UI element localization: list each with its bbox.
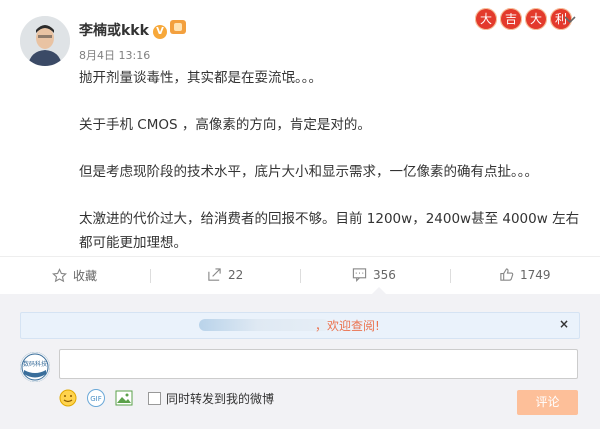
post-paragraph: 但是考虑现阶段的技术水平，底片大小和显示需求，一亿像素的确有点扯。。。 xyxy=(79,164,538,180)
svg-text:GIF: GIF xyxy=(90,395,102,403)
gif-icon[interactable]: GIF xyxy=(86,388,106,408)
lucky-char: 吉 xyxy=(500,8,522,30)
forward-checkbox-label: 同时转发到我的微博 xyxy=(166,391,275,406)
forward-count: 22 xyxy=(228,267,244,282)
author-avatar[interactable] xyxy=(20,16,70,66)
forward-button[interactable]: 22 xyxy=(207,267,243,282)
comment-input[interactable] xyxy=(59,349,578,379)
comment-count: 356 xyxy=(373,267,396,282)
lucky-badge: 大 吉 大 利 xyxy=(475,8,572,30)
like-count: 1749 xyxy=(520,267,551,282)
thumbs-up-icon xyxy=(500,268,514,281)
post-paragraph: 抛开剂量谈毒性，其实都是在耍流氓。。。 xyxy=(79,70,322,86)
favorite-button[interactable]: 收藏 xyxy=(52,267,97,284)
author-name-text[interactable]: 李楠或kkk xyxy=(79,23,149,39)
close-icon[interactable]: × xyxy=(559,317,569,331)
comment-tools: GIF 同时转发到我的微博 xyxy=(58,388,274,408)
submit-comment-button[interactable]: 评论 xyxy=(517,390,578,415)
image-icon[interactable] xyxy=(114,388,134,408)
member-level-icon xyxy=(169,20,186,34)
divider xyxy=(450,269,451,283)
post-time[interactable]: 8月4日 13:16 xyxy=(79,47,150,63)
post-paragraph: 关于手机 CMOS ，高像素的方向，肯定是对的。 xyxy=(79,117,371,133)
forward-icon xyxy=(208,268,221,281)
notice-bar: ，欢迎查阅! × xyxy=(20,312,580,339)
favorite-label: 收藏 xyxy=(73,269,98,283)
lucky-char: 大 xyxy=(475,8,497,30)
divider xyxy=(150,269,151,283)
divider xyxy=(300,269,301,283)
comment-panel-arrow xyxy=(372,287,386,294)
person-icon xyxy=(20,16,70,66)
emoji-icon[interactable] xyxy=(58,388,78,408)
verified-badge-icon: V xyxy=(152,25,167,39)
comment-icon xyxy=(352,268,367,282)
comment-button[interactable]: 356 xyxy=(352,267,396,282)
lucky-char: 大 xyxy=(525,8,547,30)
action-bar: 收藏 22 356 1749 xyxy=(0,256,600,295)
checkbox-box[interactable] xyxy=(148,391,161,405)
forward-checkbox[interactable]: 同时转发到我的微博 xyxy=(148,390,274,407)
author-name[interactable]: 李楠或kkk V xyxy=(79,20,186,40)
star-icon xyxy=(52,268,67,283)
post-paragraph: 太激进的代价过大，给消费者的回报不够。目前 1200w，2400w甚至 4000… xyxy=(79,211,580,251)
commenter-avatar-text: 数码科技 xyxy=(23,361,48,368)
notice-text[interactable]: ，欢迎查阅! xyxy=(315,317,380,334)
chevron-down-icon[interactable] xyxy=(564,14,576,30)
blurred-text xyxy=(199,319,329,331)
like-button[interactable]: 1749 xyxy=(499,267,551,282)
